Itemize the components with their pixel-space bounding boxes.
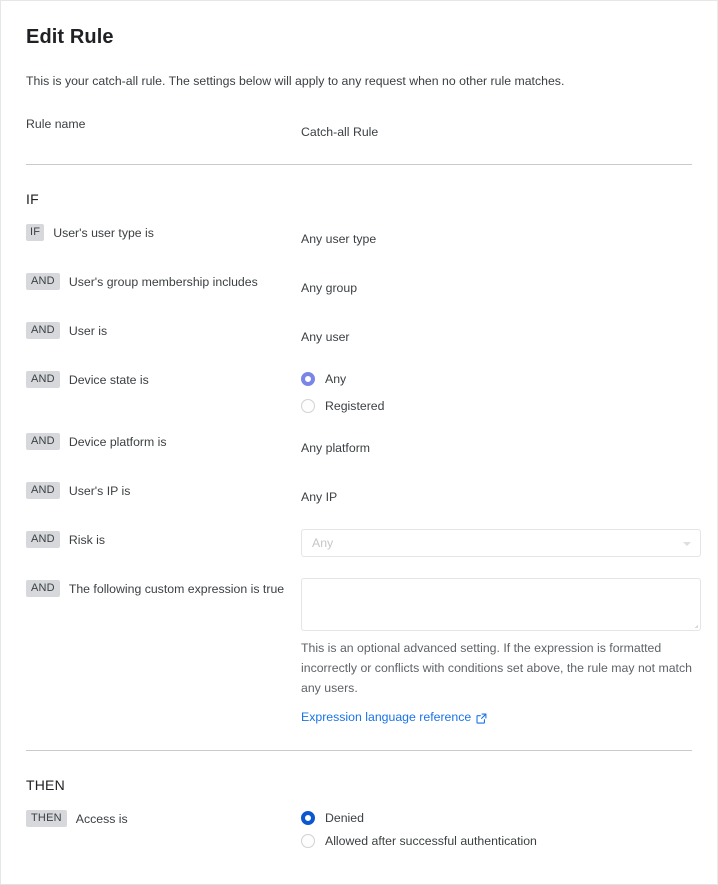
custom-expression-help-text: This is an optional advanced setting. If… (301, 641, 692, 695)
condition-label: User is (68, 323, 108, 338)
condition-label-cell: IF User's user type is (26, 222, 301, 241)
external-link-icon (476, 712, 487, 724)
radio-option-label: Allowed after successful authentication (325, 833, 537, 848)
connector-badge-and: AND (26, 322, 60, 339)
condition-row-user-ip: AND User's IP is Any IP (26, 480, 692, 529)
expression-language-reference-link[interactable]: Expression language reference (301, 709, 487, 725)
condition-row-risk: AND Risk is Any (26, 529, 701, 578)
condition-row-user: AND User is Any user (26, 320, 692, 369)
condition-value-cell: Any user type (301, 222, 692, 248)
connector-badge-and: AND (26, 371, 60, 388)
radio-option-denied[interactable]: Denied (301, 808, 692, 827)
condition-value-cell: Any group (301, 271, 692, 297)
condition-label: User's IP is (68, 483, 131, 498)
condition-value: Any group (301, 281, 358, 295)
rule-name-label: Rule name (26, 117, 86, 131)
radio-unselected-icon[interactable] (301, 833, 315, 848)
edit-rule-card: Edit Rule This is your catch-all rule. T… (0, 0, 718, 885)
radio-unselected-icon[interactable] (301, 398, 315, 413)
condition-label-cell: AND User's group membership includes (26, 271, 301, 290)
radio-option-label: Registered (325, 398, 385, 413)
condition-value: Any user type (301, 232, 377, 246)
connector-badge-and: AND (26, 580, 60, 597)
custom-expression-textarea[interactable] (301, 578, 701, 631)
condition-value-cell: Any IP (301, 480, 692, 506)
connector-badge-and: AND (26, 433, 60, 450)
expression-language-reference-label: Expression language reference (301, 710, 472, 724)
condition-label: User's group membership includes (68, 274, 258, 289)
then-label-cell: THEN Access is (26, 808, 301, 827)
risk-select[interactable]: Any (301, 529, 701, 557)
connector-badge-and: AND (26, 273, 60, 290)
radio-option-any[interactable]: Any (301, 369, 692, 388)
connector-badge-and: AND (26, 482, 60, 499)
rule-name-row: Rule name Catch-all Rule (26, 89, 692, 140)
rule-name-value-cell: Catch-all Rule (301, 116, 692, 140)
condition-row-custom-expression: AND The following custom expression is t… (26, 578, 701, 726)
condition-label: Device state is (68, 372, 149, 387)
then-label: Access is (75, 811, 128, 826)
radio-option-label: Any (325, 371, 347, 386)
resize-handle-icon[interactable] (689, 619, 698, 628)
condition-label-cell: AND The following custom expression is t… (26, 578, 301, 597)
custom-expression-cell: This is an optional advanced setting. If… (301, 578, 701, 726)
radio-option-allowed[interactable]: Allowed after successful authentication (301, 831, 692, 850)
connector-badge-if: IF (26, 224, 45, 241)
condition-label-cell: AND User is (26, 320, 301, 339)
condition-label-cell: AND Risk is (26, 529, 301, 548)
form-actions: Save Cancel (26, 850, 692, 884)
page-description: This is your catch-all rule. The setting… (26, 74, 565, 88)
condition-label: Device platform is (68, 434, 167, 449)
chevron-down-icon[interactable] (683, 542, 691, 546)
condition-value: Any IP (301, 490, 338, 504)
risk-select-placeholder: Any (312, 536, 334, 550)
rule-name-value: Catch-all Rule (301, 125, 379, 139)
radio-selected-icon[interactable] (301, 810, 315, 825)
then-section-heading: THEN (26, 777, 65, 793)
page-title: Edit Rule (26, 26, 114, 48)
if-conditions-list: IF User's user type is Any user type AND… (26, 208, 701, 726)
access-radio-group: Denied Allowed after successful authenti… (301, 808, 692, 850)
condition-row-device-platform: AND Device platform is Any platform (26, 431, 692, 480)
condition-value: Any platform (301, 441, 371, 455)
condition-value: Any user (301, 330, 350, 344)
radio-selected-icon[interactable] (301, 371, 315, 386)
condition-row-device-state: AND Device state is Any Registered (26, 369, 692, 431)
risk-select-cell: Any (301, 529, 701, 557)
condition-label: The following custom expression is true (68, 581, 285, 596)
rule-name-label-cell: Rule name (26, 116, 301, 132)
if-section-heading: IF (26, 191, 39, 207)
condition-label: Risk is (68, 532, 106, 547)
condition-label: User's user type is (53, 225, 154, 240)
condition-label-cell: AND Device state is (26, 369, 301, 388)
radio-option-registered[interactable]: Registered (301, 396, 692, 415)
radio-option-label: Denied (325, 810, 364, 825)
then-access-row: THEN Access is Denied Allowed after succ… (26, 794, 692, 850)
condition-row-group-membership: AND User's group membership includes Any… (26, 271, 692, 320)
device-state-radio-group: Any Registered (301, 369, 692, 415)
condition-value-cell: Any platform (301, 431, 692, 457)
condition-row-user-type: IF User's user type is Any user type (26, 222, 692, 271)
condition-label-cell: AND Device platform is (26, 431, 301, 450)
connector-badge-then: THEN (26, 810, 67, 827)
condition-value-cell: Any user (301, 320, 692, 346)
condition-label-cell: AND User's IP is (26, 480, 301, 499)
connector-badge-and: AND (26, 531, 60, 548)
